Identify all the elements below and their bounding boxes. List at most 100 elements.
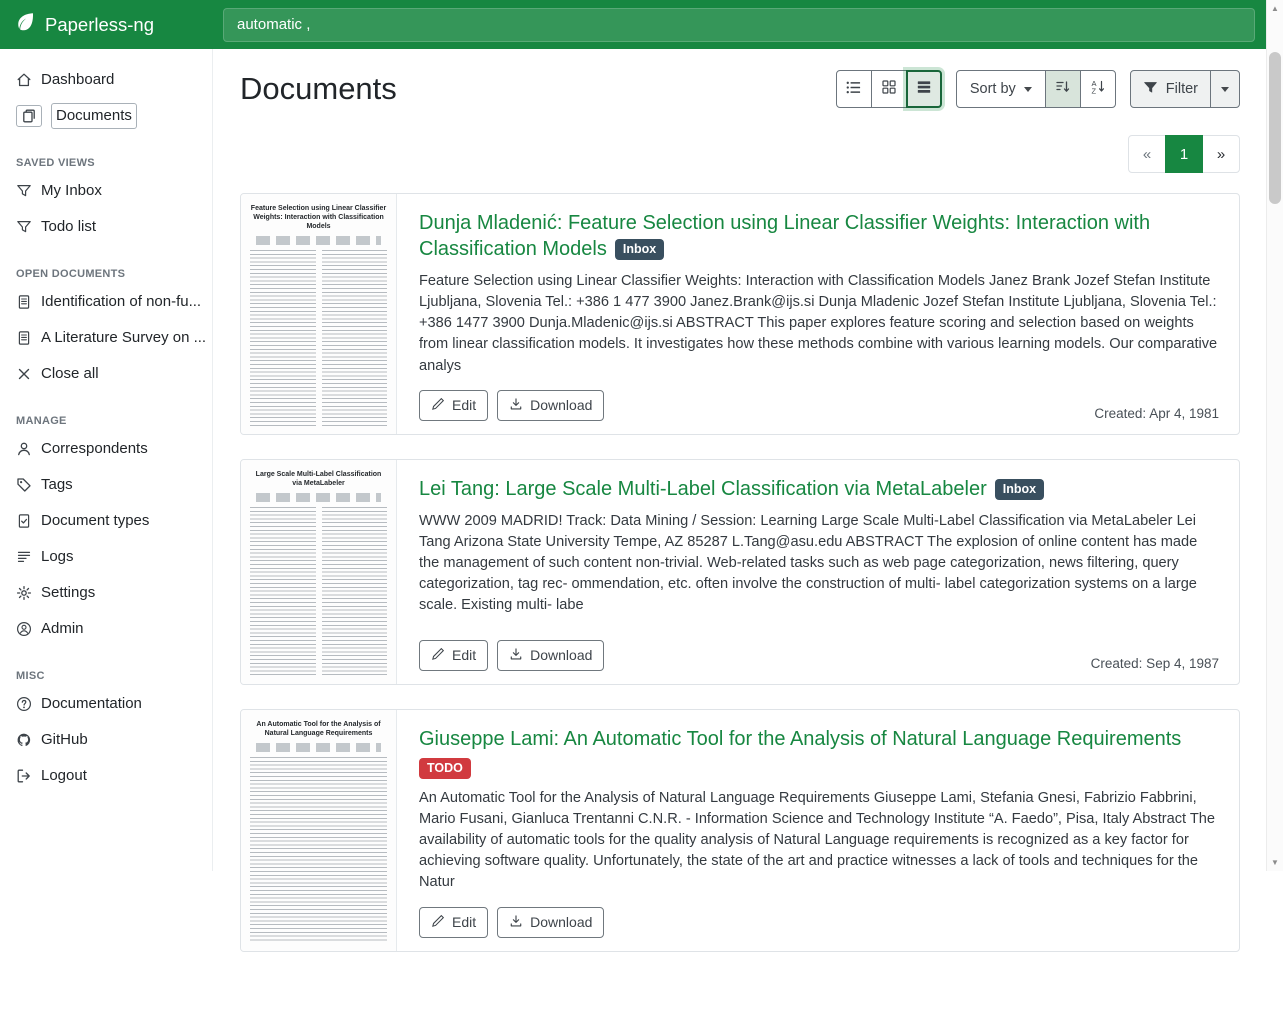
sidebar-item-label: Todo list [41,217,96,237]
sidebar-item-documents[interactable]: Documents [0,98,212,134]
document-card: Feature Selection using Linear Classifie… [240,193,1240,435]
sort-by-label: Sort by [970,81,1016,97]
chevron-down-icon [1024,87,1032,92]
sidebar-section-saved-views: SAVED VIEWS [16,157,196,169]
grid-icon [881,79,897,99]
document-excerpt: WWW 2009 MADRID! Track: Data Mining / Se… [419,511,1219,617]
filter-button[interactable]: Filter [1130,70,1211,108]
sidebar-item-label: My Inbox [41,181,102,201]
brand[interactable]: Paperless-ng [0,11,213,38]
pencil-icon [431,914,445,931]
document-thumbnail[interactable]: An Automatic Tool for the Analysis of Na… [241,710,397,951]
rows-icon [916,79,932,99]
view-grid-button[interactable] [871,70,907,108]
gear-icon [16,585,32,601]
list-icon [16,549,32,565]
sort-down-icon [1055,79,1071,99]
document-title-link[interactable]: Giuseppe Lami: An Automatic Tool for the… [419,728,1181,750]
sidebar-item-label: Documents [51,103,137,129]
document-card: Large Scale Multi-Label Classification v… [240,459,1240,685]
tag-badge-todo[interactable]: TODO [419,758,471,779]
question-circle-icon [16,696,32,712]
sidebar-item-open-document-2[interactable]: A Literature Survey on ... [0,320,212,356]
view-details-button[interactable] [906,70,942,108]
view-table-button[interactable] [836,70,872,108]
thumbnail-preview-lines [250,757,387,943]
github-icon [16,732,32,748]
page-title: Documents [240,71,397,107]
download-label: Download [530,914,592,930]
edit-button[interactable]: Edit [419,390,488,421]
scrollbar-thumb[interactable] [1269,52,1281,204]
close-icon [16,366,32,382]
download-icon [509,647,523,664]
thumbnail-authors-lines [256,236,381,245]
download-label: Download [530,647,592,663]
scroll-down-arrow[interactable]: ▼ [1267,855,1283,870]
document-card: An Automatic Tool for the Analysis of Na… [240,709,1240,952]
sidebar-item-document-types[interactable]: Document types [0,503,212,539]
sidebar-item-label: Identification of non-fu... [41,292,201,312]
download-button[interactable]: Download [497,390,604,421]
sidebar-item-settings[interactable]: Settings [0,575,212,611]
pagination: « 1 » [240,135,1240,173]
sort-by-dropdown[interactable]: Sort by [956,70,1046,108]
sort-group: Sort by AZ [956,70,1116,108]
thumbnail-title: Large Scale Multi-Label Classification v… [250,470,387,488]
edit-button[interactable]: Edit [419,907,488,938]
sort-direction-descending-button[interactable] [1045,70,1081,108]
sidebar-item-github[interactable]: GitHub [0,722,212,758]
sidebar-item-correspondents[interactable]: Correspondents [0,431,212,467]
logout-icon [16,768,32,784]
filter-label: Filter [1166,81,1198,97]
sort-alphabetical-button[interactable]: AZ [1080,70,1116,108]
tag-badge-inbox[interactable]: Inbox [995,479,1044,500]
sidebar-item-my-inbox[interactable]: My Inbox [0,173,212,209]
files-icon [16,105,42,127]
document-excerpt: An Automatic Tool for the Analysis of Na… [419,788,1219,894]
tag-badge-inbox[interactable]: Inbox [615,239,664,260]
sidebar-item-logs[interactable]: Logs [0,539,212,575]
brand-label: Paperless-ng [45,14,154,36]
pagination-prev-button[interactable]: « [1128,135,1166,173]
thumbnail-title: Feature Selection using Linear Classifie… [250,204,387,231]
document-title-link[interactable]: Lei Tang: Large Scale Multi-Label Classi… [419,478,987,500]
edit-label: Edit [452,914,476,930]
filter-group: Filter [1130,70,1240,108]
filter-dropdown-toggle[interactable] [1210,70,1240,108]
document-excerpt: Feature Selection using Linear Classifie… [419,271,1219,377]
document-thumbnail[interactable]: Large Scale Multi-Label Classification v… [241,460,397,684]
document-title-link[interactable]: Dunja Mladenić: Feature Selection using … [419,212,1150,260]
vertical-scrollbar[interactable]: ▲ ▼ [1266,0,1283,871]
sidebar-item-todo-list[interactable]: Todo list [0,209,212,245]
funnel-icon [16,219,32,235]
sidebar-item-open-document-1[interactable]: Identification of non-fu... [0,284,212,320]
sidebar-item-label: Admin [41,619,84,639]
sidebar-section-open-documents: OPEN DOCUMENTS [16,268,196,280]
sidebar-item-close-all[interactable]: Close all [0,356,212,392]
file-text-icon [16,330,32,346]
edit-button[interactable]: Edit [419,640,488,671]
scroll-up-arrow[interactable]: ▲ [1267,1,1283,16]
pagination-next-button[interactable]: » [1202,135,1240,173]
download-button[interactable]: Download [497,907,604,938]
top-navbar: Paperless-ng [0,0,1283,49]
sort-alpha-down-icon: AZ [1090,79,1106,99]
sidebar-item-logout[interactable]: Logout [0,758,212,794]
download-button[interactable]: Download [497,640,604,671]
created-date: Created: Apr 4, 1981 [1094,406,1219,421]
sidebar-item-tags[interactable]: Tags [0,467,212,503]
paperless-logo-icon [14,11,36,38]
sidebar-item-label: A Literature Survey on ... [41,328,206,348]
pagination-page-1-button[interactable]: 1 [1165,135,1203,173]
global-search-input[interactable] [223,8,1255,42]
sidebar-item-admin[interactable]: Admin [0,611,212,647]
sidebar-item-dashboard[interactable]: Dashboard [0,62,212,98]
view-mode-group [836,70,942,108]
thumbnail-title: An Automatic Tool for the Analysis of Na… [250,720,387,738]
house-icon [16,72,32,88]
pencil-icon [431,647,445,664]
document-thumbnail[interactable]: Feature Selection using Linear Classifie… [241,194,397,434]
sidebar-item-documentation[interactable]: Documentation [0,686,212,722]
sidebar-item-label: Close all [41,364,99,384]
